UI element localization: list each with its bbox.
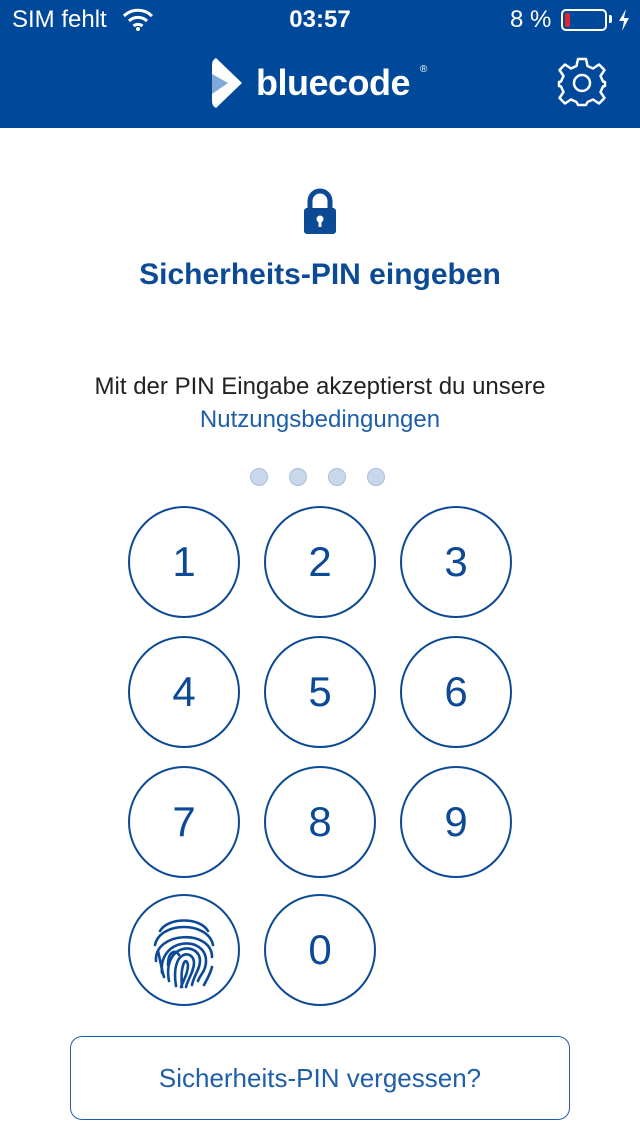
- consent-text: Mit der PIN Eingabe akzeptierst du unser…: [94, 373, 546, 400]
- pin-dot: [367, 468, 385, 486]
- lock-icon: [304, 188, 336, 234]
- key-9[interactable]: 9: [400, 766, 512, 878]
- key-4[interactable]: 4: [128, 636, 240, 748]
- registered-mark: ®: [420, 64, 428, 75]
- key-7[interactable]: 7: [128, 766, 240, 878]
- charging-bolt-icon: [619, 9, 629, 31]
- battery-tip: [609, 15, 612, 23]
- fingerprint-icon: [153, 919, 215, 989]
- key-0[interactable]: 0: [264, 894, 376, 1006]
- bluecode-logo-icon: [212, 58, 242, 108]
- pin-dot: [328, 468, 346, 486]
- brand-name: bluecode: [256, 62, 411, 103]
- pin-indicator: [250, 468, 390, 488]
- fingerprint-button[interactable]: [128, 894, 240, 1006]
- page-title: Sicherheits-PIN eingeben: [139, 258, 501, 291]
- status-bar: SIM fehlt 03:57 8 %: [0, 0, 640, 40]
- key-5[interactable]: 5: [264, 636, 376, 748]
- gear-icon[interactable]: [556, 56, 608, 108]
- brand-logo: bluecode ®: [210, 56, 440, 110]
- app-header: SIM fehlt 03:57 8 % bluecode ®: [0, 0, 640, 128]
- key-8[interactable]: 8: [264, 766, 376, 878]
- battery-icon: [561, 9, 607, 31]
- terms-link[interactable]: Nutzungsbedingungen: [0, 403, 640, 436]
- battery-fill: [565, 13, 570, 27]
- forgot-pin-button[interactable]: Sicherheits-PIN vergessen?: [70, 1036, 570, 1120]
- key-6[interactable]: 6: [400, 636, 512, 748]
- pin-dot: [250, 468, 268, 486]
- key-1[interactable]: 1: [128, 506, 240, 618]
- key-3[interactable]: 3: [400, 506, 512, 618]
- key-2[interactable]: 2: [264, 506, 376, 618]
- battery-percent: 8 %: [510, 6, 552, 33]
- pin-keypad: 1 2 3 4 5 6 7 8 9 0: [0, 0, 640, 1136]
- pin-dot: [289, 468, 307, 486]
- consent-text-block: Mit der PIN Eingabe akzeptierst du unser…: [0, 370, 640, 436]
